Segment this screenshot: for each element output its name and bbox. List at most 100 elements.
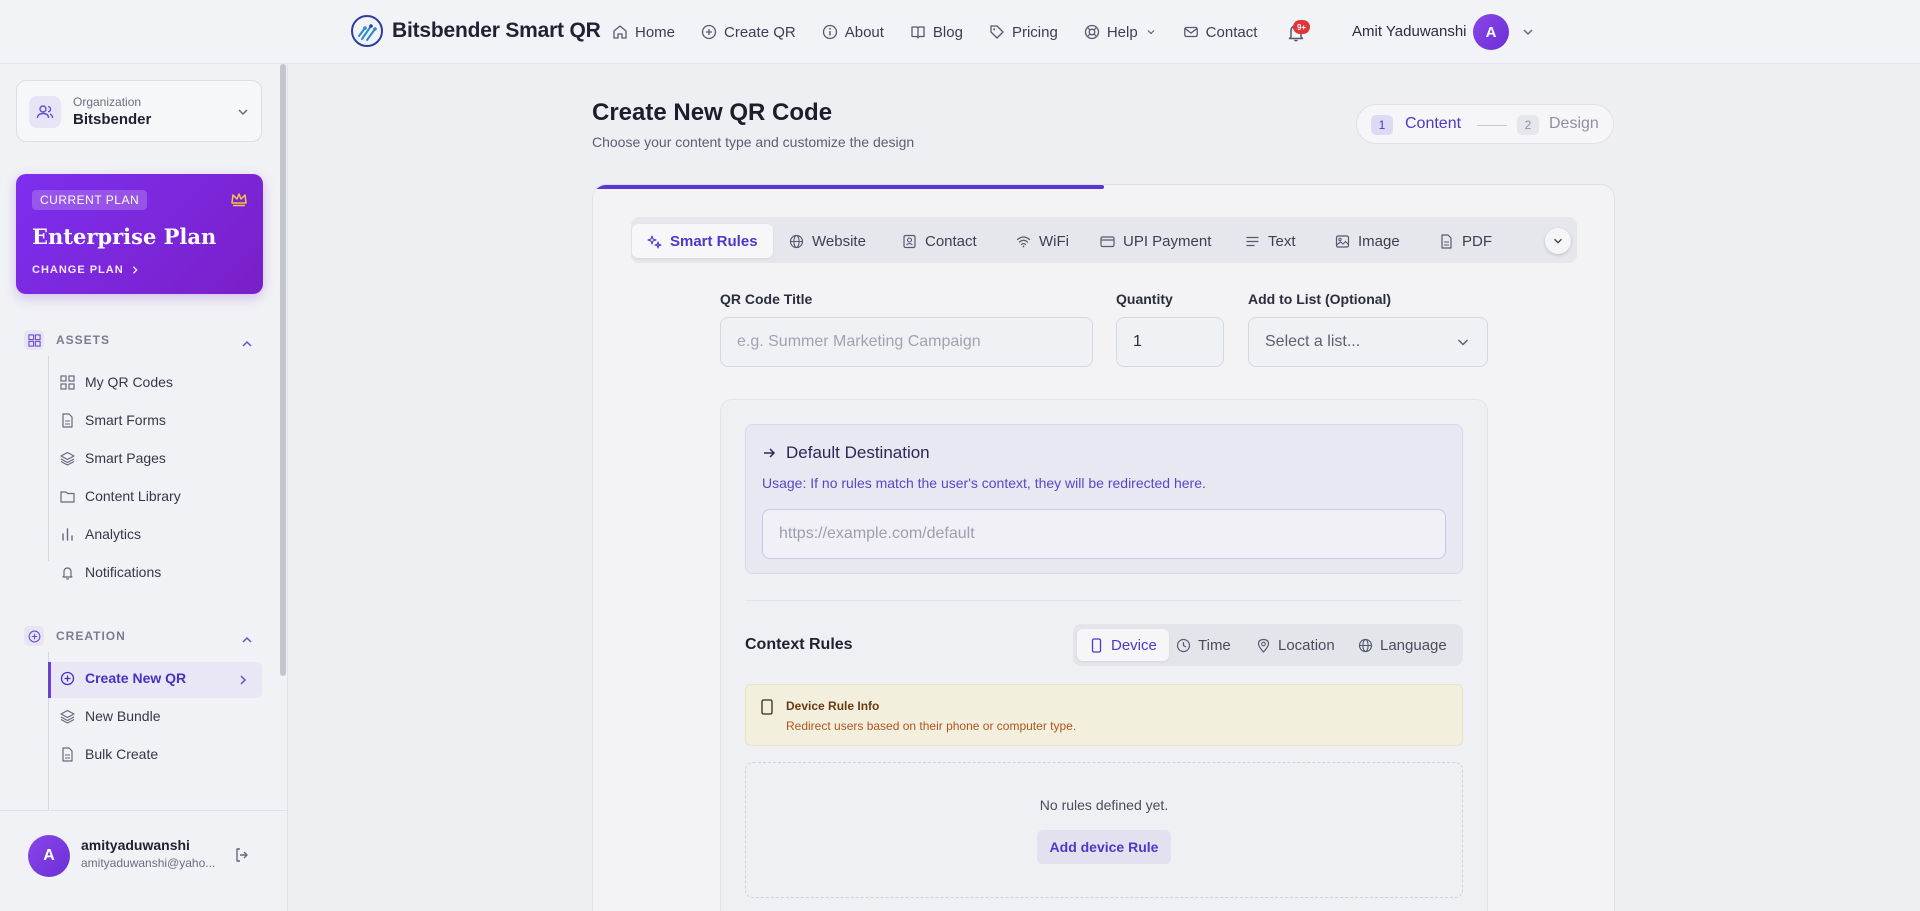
arrow-right-icon [764, 448, 776, 458]
current-plan-card: CURRENT PLAN Enterprise Plan CHANGE PLAN [16, 174, 263, 294]
user-menu-chevron-icon[interactable] [1520, 24, 1536, 40]
quantity-input[interactable]: 1 [1116, 317, 1224, 367]
context-rules-title: Context Rules [745, 636, 853, 653]
qr-title-input[interactable]: e.g. Summer Marketing Campaign [720, 317, 1093, 367]
tab-contact[interactable]: Contact [902, 224, 977, 258]
tab-pdf[interactable]: PDF [1439, 224, 1492, 258]
chevron-right-icon [240, 675, 247, 685]
text-lines-icon [1246, 236, 1259, 246]
tab-time[interactable]: Time [1176, 629, 1231, 661]
sidebar-item-bulk-create[interactable]: Bulk Create [60, 746, 158, 762]
wifi-icon [1016, 235, 1031, 247]
nav-about-label: About [844, 23, 884, 41]
chevron-down-icon [1457, 339, 1469, 346]
sidebar-item-content-library[interactable]: Content Library [60, 488, 181, 504]
tab-website[interactable]: Website [789, 224, 866, 258]
nav-create-qr[interactable]: Create QR [701, 24, 796, 41]
qr-title-label: QR Code Title [720, 291, 813, 307]
tab-location[interactable]: Location [1256, 629, 1335, 661]
plus-circle-icon [60, 671, 75, 685]
book-icon [911, 26, 925, 39]
user-name[interactable]: Amit Yaduwanshi [1352, 23, 1467, 40]
sidebar-item-smart-forms[interactable]: Smart Forms [60, 412, 166, 428]
step-indicator: 1 Content 2 Design [1356, 104, 1614, 144]
sidebar-item-label: Content Library [85, 488, 181, 504]
plus-circle-icon [24, 626, 44, 646]
qr-title-placeholder: e.g. Summer Marketing Campaign [737, 333, 981, 350]
nav-links: Home Create QR About Blog Pricing Help C… [612, 0, 1257, 64]
chevron-down-icon [1554, 238, 1562, 244]
notification-badge: 9+ [1293, 20, 1310, 34]
change-plan-link[interactable]: CHANGE PLAN [32, 264, 140, 276]
tab-label: Time [1198, 636, 1231, 654]
default-url-input[interactable]: https://example.com/default [762, 509, 1446, 559]
info-title: Device Rule Info [786, 699, 880, 713]
brand[interactable]: Bitsbender Smart QR [350, 14, 601, 48]
avatar[interactable]: A [1473, 14, 1509, 50]
plus-circle-icon [701, 24, 717, 40]
nav-home-label: Home [635, 23, 676, 41]
sidebar-item-label: Create New QR [85, 670, 187, 686]
chevron-up-icon[interactable] [240, 337, 254, 351]
tab-smart-rules[interactable]: Smart Rules [632, 224, 773, 258]
list-select[interactable]: Select a list... [1248, 317, 1488, 367]
credit-card-icon [1100, 235, 1115, 247]
nav-blog[interactable]: Blog [910, 24, 963, 41]
info-icon [822, 24, 837, 40]
sidebar-item-notifications[interactable]: Notifications [60, 564, 161, 580]
brand-logo-icon [351, 15, 383, 47]
create-qr-card: Smart Rules Website Contact WiFi UPI Pay… [592, 184, 1615, 911]
step-1-number: 1 [1371, 115, 1393, 135]
sidebar-item-smart-pages[interactable]: Smart Pages [60, 450, 166, 466]
chevron-right-icon [132, 266, 138, 274]
users-icon [29, 96, 61, 128]
nav-pricing[interactable]: Pricing [989, 24, 1058, 41]
device-rule-info: Device Rule Info Redirect users based on… [745, 684, 1463, 746]
tab-wifi[interactable]: WiFi [1016, 224, 1069, 258]
org-label: Organization [73, 95, 142, 109]
tab-upi-payment[interactable]: UPI Payment [1100, 224, 1211, 258]
organization-switcher[interactable]: Organization Bitsbender [16, 80, 262, 142]
quantity-value: 1 [1133, 333, 1142, 350]
add-device-rule-button[interactable]: Add device Rule [1037, 830, 1171, 864]
section-creation-title: CREATION [56, 629, 126, 643]
grid-icon [24, 330, 44, 350]
tabs-scroll-button[interactable] [1545, 228, 1571, 254]
step-2-number: 2 [1517, 115, 1539, 135]
tab-text[interactable]: Text [1245, 224, 1296, 258]
sidebar-item-label: Notifications [85, 564, 162, 580]
smart-rules-panel: Default Destination Usage: If no rules m… [720, 399, 1488, 911]
nav-home[interactable]: Home [612, 24, 675, 41]
section-assets-header[interactable]: ASSETS [24, 330, 110, 350]
step-2-label[interactable]: Design [1549, 115, 1599, 133]
file-icon [62, 746, 73, 762]
plan-tag: CURRENT PLAN [32, 190, 148, 210]
nav-contact[interactable]: Contact [1183, 24, 1257, 41]
sidebar-item-label: New Bundle [85, 708, 161, 724]
sidebar-item-analytics[interactable]: Analytics [60, 526, 141, 542]
sidebar-user-profile[interactable]: A amityaduwanshi amityaduwanshi@yaho... [0, 810, 287, 911]
step-1-label[interactable]: Content [1405, 115, 1461, 133]
sidebar-scrollbar[interactable] [280, 64, 286, 676]
tab-label: Text [1268, 232, 1296, 250]
tab-label: Contact [925, 232, 977, 250]
tab-image[interactable]: Image [1335, 224, 1400, 258]
logout-icon[interactable] [234, 847, 250, 863]
sidebar-item-label: Smart Forms [85, 412, 166, 428]
sidebar-item-my-qr-codes[interactable]: My QR Codes [60, 374, 173, 390]
nav-help-label: Help [1106, 23, 1138, 41]
section-creation-header[interactable]: CREATION [24, 626, 126, 646]
add-to-list-label: Add to List (Optional) [1248, 291, 1392, 307]
tab-label: UPI Payment [1123, 232, 1212, 250]
sidebar-item-label: Smart Pages [85, 450, 166, 466]
page-subtitle: Choose your content type and customize t… [592, 134, 915, 150]
sidebar-item-new-bundle[interactable]: New Bundle [60, 708, 161, 724]
tab-device[interactable]: Device [1077, 629, 1169, 661]
chevron-up-icon[interactable] [240, 633, 254, 647]
tab-label: Smart Rules [670, 232, 758, 250]
sparkles-icon [647, 234, 662, 249]
nav-about[interactable]: About [822, 24, 884, 41]
nav-help[interactable]: Help [1084, 24, 1157, 41]
divider [745, 600, 1463, 601]
tab-language[interactable]: Language [1358, 629, 1447, 661]
